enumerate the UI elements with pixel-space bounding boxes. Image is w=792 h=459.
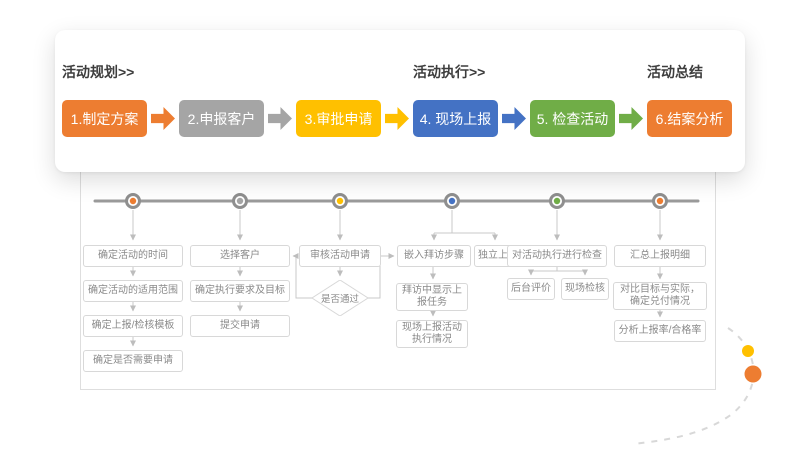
box-onsite-report-status: 现场上报活动执行情况 (396, 320, 468, 348)
chain-arrow-icon-2 (268, 107, 292, 130)
timeline-node-6 (652, 193, 668, 209)
decision-approved: 是否通过 (312, 280, 368, 316)
box-compare-target-actual: 对比目标与实际，确定兑付情况 (613, 282, 707, 310)
decorative-dot-large (744, 365, 762, 383)
timeline-node-5 (549, 193, 565, 209)
box-summarize-report-details: 汇总上报明细 (614, 245, 706, 267)
section-label-summary: 活动总结 (647, 64, 703, 80)
chain-arrow-icon-5 (619, 107, 643, 130)
box-submit-application: 提交申请 (190, 315, 290, 337)
box-embed-visit-steps: 嵌入拜访步骤 (397, 245, 471, 267)
box-determine-need-application: 确定是否需要申请 (83, 350, 183, 372)
timeline-node-4 (444, 193, 460, 209)
step-box-1-make-plan: 1.制定方案 (62, 100, 147, 137)
box-execution-requirements: 确定执行要求及目标 (190, 280, 290, 302)
chain-arrow-icon-1 (151, 107, 175, 130)
section-label-execution: 活动执行>> (413, 64, 486, 80)
decorative-dot-small (742, 345, 754, 357)
timeline-node-2 (232, 193, 248, 209)
chain-arrow-icon-4 (502, 107, 526, 130)
decision-approved-label: 是否通过 (320, 294, 359, 305)
box-determine-activity-scope: 确定活动的适用范围 (83, 280, 183, 302)
step-box-4-onsite-report: 4. 现场上报 (413, 100, 498, 137)
box-show-report-task: 拜访中显示上报任务 (396, 283, 468, 311)
step-box-2-declare-customer: 2.申报客户 (179, 100, 264, 137)
box-determine-activity-time: 确定活动的时间 (83, 245, 183, 267)
box-review-application: 审核活动申请 (299, 245, 381, 267)
section-label-planning: 活动规划>> (62, 64, 135, 80)
page: 确定活动的时间 确定活动的适用范围 确定上报/检核模板 确定是否需要申请 选择客… (0, 0, 792, 459)
decorative-arc (631, 327, 755, 445)
timeline-node-3 (332, 193, 348, 209)
box-onsite-inspection: 现场检核 (561, 278, 609, 300)
chain-arrow-icon-3 (385, 107, 409, 130)
step-box-3-approve-application: 3.审批申请 (296, 100, 381, 137)
box-check-execution: 对活动执行进行检查 (507, 245, 607, 267)
step-box-6-closing-analysis: 6.结案分析 (647, 100, 732, 137)
box-analyze-rates: 分析上报率/合格率 (614, 320, 706, 342)
process-overview-card: 活动规划>> 活动执行>> 活动总结 1.制定方案 2.申报客户 3.审批申请 … (55, 30, 745, 172)
box-backend-evaluation: 后台评价 (507, 278, 555, 300)
step-box-5-check-activity: 5. 检查活动 (530, 100, 615, 137)
box-determine-report-template: 确定上报/检核模板 (83, 315, 183, 337)
box-select-customer: 选择客户 (190, 245, 290, 267)
timeline-node-1 (125, 193, 141, 209)
